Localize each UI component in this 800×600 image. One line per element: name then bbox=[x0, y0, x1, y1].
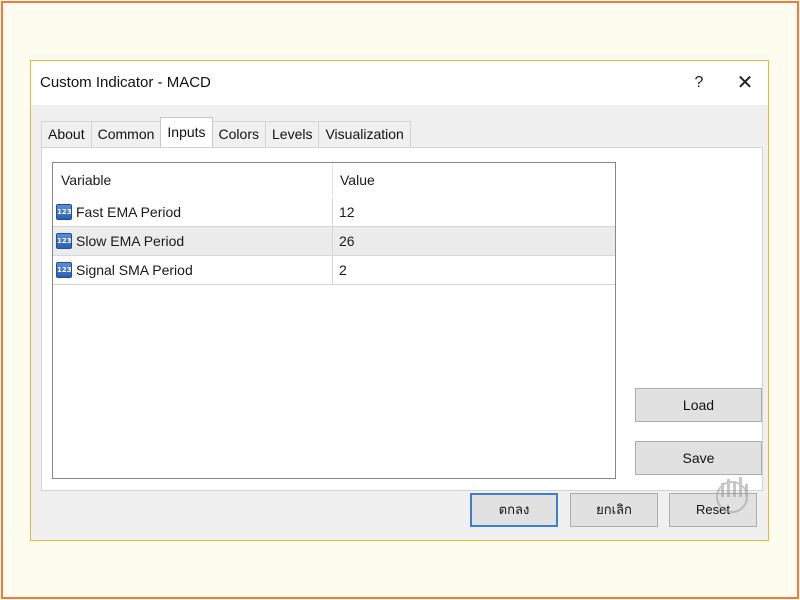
numeric-123-icon: 123 bbox=[56, 233, 72, 249]
tab-about[interactable]: About bbox=[41, 121, 92, 147]
close-button[interactable]: ✕ bbox=[731, 69, 759, 97]
table-row[interactable]: 123 Slow EMA Period 26 bbox=[53, 227, 615, 256]
save-button[interactable]: Save bbox=[635, 441, 762, 475]
row-value[interactable]: 2 bbox=[339, 262, 347, 278]
tab-visualization[interactable]: Visualization bbox=[318, 121, 411, 147]
row-value[interactable]: 26 bbox=[339, 233, 355, 249]
cell-divider bbox=[332, 256, 333, 285]
numeric-123-icon: 123 bbox=[56, 262, 72, 278]
row-variable: Fast EMA Period bbox=[76, 204, 182, 220]
row-value[interactable]: 12 bbox=[339, 204, 355, 220]
inputs-list[interactable]: Variable Value 123 Fast EMA Period 12 12… bbox=[52, 162, 616, 479]
table-row[interactable]: 123 Fast EMA Period 12 bbox=[53, 198, 615, 227]
column-header-variable[interactable]: Variable bbox=[61, 172, 111, 188]
ok-button[interactable]: ตกลง bbox=[470, 493, 558, 527]
help-button[interactable]: ? bbox=[687, 71, 711, 95]
list-header: Variable Value bbox=[53, 163, 615, 196]
row-variable: Slow EMA Period bbox=[76, 233, 185, 249]
inputs-tab-panel: Variable Value 123 Fast EMA Period 12 12… bbox=[41, 147, 763, 491]
tab-levels[interactable]: Levels bbox=[265, 121, 320, 147]
column-header-value[interactable]: Value bbox=[340, 172, 375, 188]
custom-indicator-dialog: Custom Indicator - MACD ? ✕ About Common… bbox=[30, 60, 769, 541]
table-row[interactable]: 123 Signal SMA Period 2 bbox=[53, 256, 615, 285]
tab-inputs[interactable]: Inputs bbox=[160, 117, 213, 147]
cancel-button[interactable]: ยกเลิก bbox=[570, 493, 658, 527]
tab-common[interactable]: Common bbox=[90, 121, 162, 147]
window-title: Custom Indicator - MACD bbox=[40, 74, 211, 91]
watermark-logo-icon bbox=[716, 477, 748, 513]
cell-divider bbox=[332, 227, 333, 256]
tab-colors[interactable]: Colors bbox=[211, 121, 266, 147]
row-variable: Signal SMA Period bbox=[76, 262, 193, 278]
column-divider[interactable] bbox=[332, 163, 333, 196]
numeric-123-icon: 123 bbox=[56, 204, 72, 220]
cell-divider bbox=[332, 198, 333, 227]
title-bar[interactable]: Custom Indicator - MACD ? ✕ bbox=[31, 61, 768, 105]
tab-strip: About Common Inputs Colors Levels Visual… bbox=[41, 117, 411, 147]
load-button[interactable]: Load bbox=[635, 388, 762, 422]
